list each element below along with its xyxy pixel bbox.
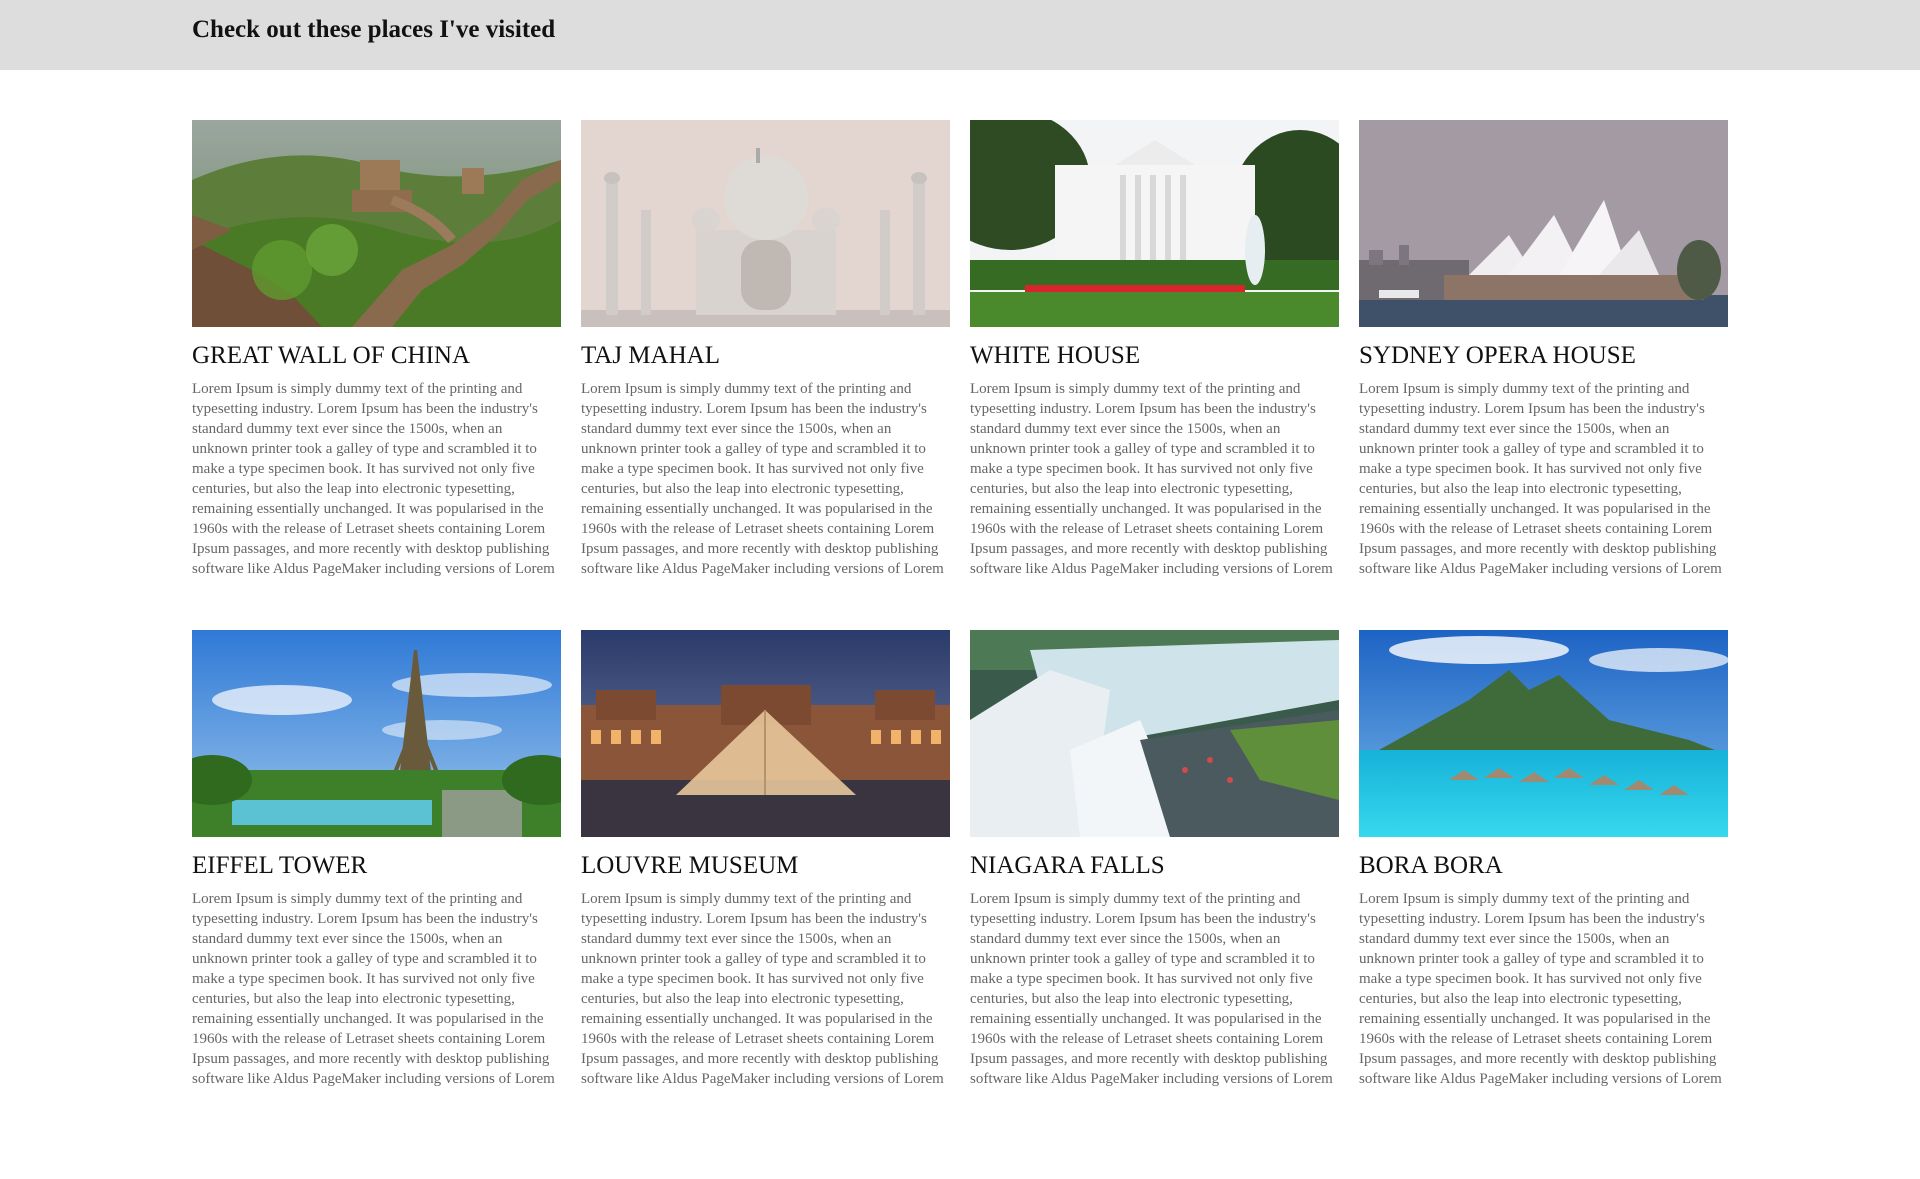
sydney-opera-house-image bbox=[1359, 120, 1728, 327]
place-card: EIFFEL TOWER Lorem Ipsum is simply dummy… bbox=[192, 630, 561, 1089]
place-card: WHITE HOUSE Lorem Ipsum is simply dummy … bbox=[970, 120, 1339, 579]
place-description: Lorem Ipsum is simply dummy text of the … bbox=[581, 891, 944, 1087]
taj-mahal-image bbox=[581, 120, 950, 327]
page-header: Check out these places I've visited bbox=[0, 0, 1920, 70]
place-card: LOUVRE MUSEUM Lorem Ipsum is simply dumm… bbox=[581, 630, 950, 1089]
niagara-falls-image bbox=[970, 630, 1339, 837]
place-description: Lorem Ipsum is simply dummy text of the … bbox=[970, 891, 1333, 1087]
great-wall-image bbox=[192, 120, 561, 327]
place-card: NIAGARA FALLS Lorem Ipsum is simply dumm… bbox=[970, 630, 1339, 1089]
white-house-image bbox=[970, 120, 1339, 327]
page-title: Check out these places I've visited bbox=[192, 16, 556, 43]
eiffel-tower-image bbox=[192, 630, 561, 837]
place-description: Lorem Ipsum is simply dummy text of the … bbox=[970, 381, 1333, 577]
place-title: WHITE HOUSE bbox=[970, 342, 1141, 369]
place-title: EIFFEL TOWER bbox=[192, 852, 368, 879]
place-card: SYDNEY OPERA HOUSE Lorem Ipsum is simply… bbox=[1359, 120, 1728, 579]
place-title: NIAGARA FALLS bbox=[970, 852, 1165, 879]
place-description: Lorem Ipsum is simply dummy text of the … bbox=[1359, 891, 1722, 1087]
place-title: LOUVRE MUSEUM bbox=[581, 852, 799, 879]
place-description: Lorem Ipsum is simply dummy text of the … bbox=[192, 381, 555, 577]
bora-bora-image bbox=[1359, 630, 1728, 837]
place-card: BORA BORA Lorem Ipsum is simply dummy te… bbox=[1359, 630, 1728, 1089]
place-description: Lorem Ipsum is simply dummy text of the … bbox=[1359, 381, 1722, 577]
place-title: GREAT WALL OF CHINA bbox=[192, 342, 471, 369]
places-grid: GREAT WALL OF CHINA Lorem Ipsum is simpl… bbox=[192, 120, 1728, 1089]
place-description: Lorem Ipsum is simply dummy text of the … bbox=[581, 381, 944, 577]
place-description: Lorem Ipsum is simply dummy text of the … bbox=[192, 891, 555, 1087]
louvre-museum-image bbox=[581, 630, 950, 837]
place-card: TAJ MAHAL Lorem Ipsum is simply dummy te… bbox=[581, 120, 950, 579]
place-card: GREAT WALL OF CHINA Lorem Ipsum is simpl… bbox=[192, 120, 561, 579]
place-title: BORA BORA bbox=[1359, 852, 1503, 879]
place-title: TAJ MAHAL bbox=[581, 342, 720, 369]
place-title: SYDNEY OPERA HOUSE bbox=[1359, 342, 1636, 369]
